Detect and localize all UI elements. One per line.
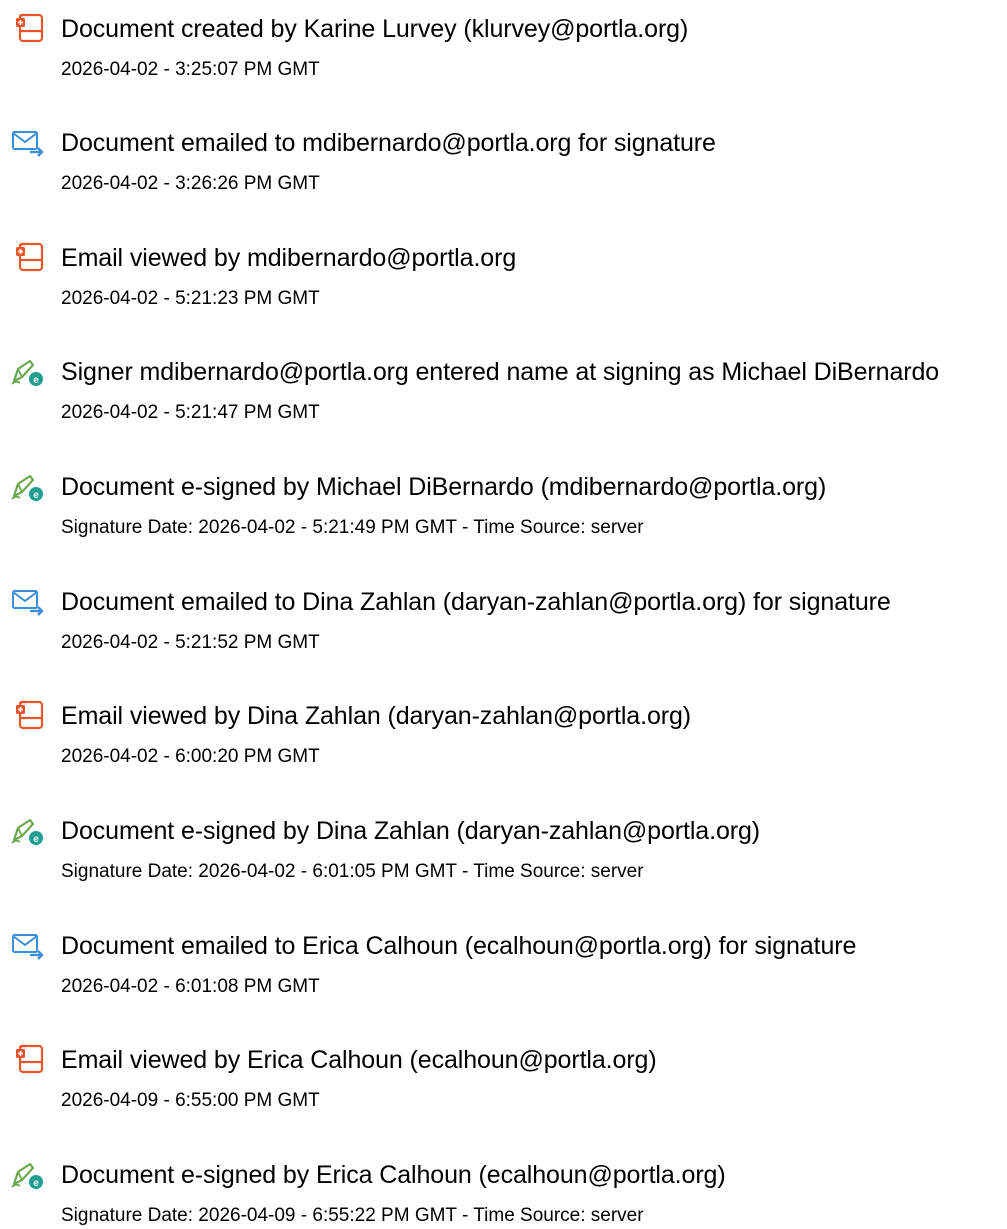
- document-icon: [8, 241, 48, 275]
- event-title: Email viewed by Erica Calhoun (ecalhoun@…: [61, 1046, 657, 1074]
- event-title: Document emailed to mdibernardo@portla.o…: [61, 129, 716, 157]
- event-timestamp: 2026-04-02 - 5:21:47 PM GMT: [61, 402, 320, 423]
- svg-text:e: e: [33, 1178, 39, 1189]
- history-event: Email viewed by Erica Calhoun (ecalhoun@…: [0, 1031, 1007, 1111]
- email-sent-icon: [8, 585, 48, 619]
- svg-text:e: e: [33, 490, 39, 501]
- event-timestamp: Signature Date: 2026-04-09 - 6:55:22 PM …: [61, 1205, 644, 1226]
- e-sign-pen-icon: e: [8, 470, 48, 504]
- history-event: Document created by Karine Lurvey (klurv…: [0, 0, 1007, 80]
- history-event: Email viewed by Dina Zahlan (daryan-zahl…: [0, 687, 1007, 767]
- history-event: Document emailed to Erica Calhoun (ecalh…: [0, 917, 1007, 997]
- document-icon: [8, 1043, 48, 1077]
- history-event: Document emailed to mdibernardo@portla.o…: [0, 114, 1007, 194]
- email-sent-icon: [8, 126, 48, 160]
- event-timestamp: 2026-04-02 - 5:21:23 PM GMT: [61, 288, 320, 309]
- event-title: Document emailed to Erica Calhoun (ecalh…: [61, 932, 857, 960]
- history-event: e Document e-signed by Dina Zahlan (dary…: [0, 802, 1007, 882]
- e-sign-pen-icon: e: [8, 1158, 48, 1192]
- event-timestamp: Signature Date: 2026-04-02 - 6:01:05 PM …: [61, 861, 644, 882]
- event-title: Email viewed by mdibernardo@portla.org: [61, 244, 517, 272]
- e-sign-pen-icon: e: [8, 814, 48, 848]
- document-icon: [8, 12, 48, 46]
- event-title: Document e-signed by Dina Zahlan (daryan…: [61, 817, 761, 845]
- event-title: Document created by Karine Lurvey (klurv…: [61, 15, 689, 43]
- event-timestamp: 2026-04-02 - 3:26:26 PM GMT: [61, 173, 320, 194]
- history-event: Email viewed by mdibernardo@portla.org 2…: [0, 229, 1007, 309]
- event-title: Signer mdibernardo@portla.org entered na…: [61, 358, 940, 386]
- svg-text:e: e: [33, 834, 39, 845]
- history-event: e Document e-signed by Michael DiBernard…: [0, 458, 1007, 538]
- document-icon: [8, 699, 48, 733]
- event-timestamp: 2026-04-02 - 6:01:08 PM GMT: [61, 976, 320, 997]
- event-timestamp: 2026-04-02 - 6:00:20 PM GMT: [61, 746, 320, 767]
- e-sign-pen-icon: e: [8, 355, 48, 389]
- event-timestamp: Signature Date: 2026-04-02 - 5:21:49 PM …: [61, 517, 644, 538]
- event-timestamp: 2026-04-09 - 6:55:00 PM GMT: [61, 1090, 320, 1111]
- history-event: e Document e-signed by Erica Calhoun (ec…: [0, 1146, 1007, 1226]
- event-title: Document e-signed by Michael DiBernardo …: [61, 473, 827, 501]
- event-title: Document emailed to Dina Zahlan (daryan-…: [61, 588, 891, 616]
- history-event: e Signer mdibernardo@portla.org entered …: [0, 343, 1007, 423]
- event-title: Email viewed by Dina Zahlan (daryan-zahl…: [61, 702, 692, 730]
- history-event: Document emailed to Dina Zahlan (daryan-…: [0, 573, 1007, 653]
- email-sent-icon: [8, 929, 48, 963]
- event-timestamp: 2026-04-02 - 3:25:07 PM GMT: [61, 59, 320, 80]
- event-timestamp: 2026-04-02 - 5:21:52 PM GMT: [61, 632, 320, 653]
- event-title: Document e-signed by Erica Calhoun (ecal…: [61, 1161, 726, 1189]
- svg-text:e: e: [33, 375, 39, 386]
